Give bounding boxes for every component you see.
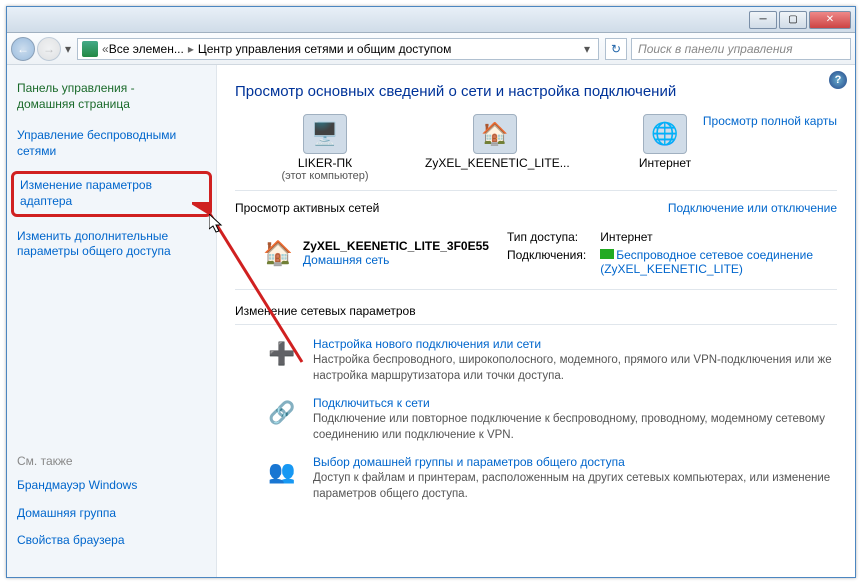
network-house-icon: 🏠 (263, 234, 293, 272)
breadcrumb[interactable]: « Все элемен... ▸ Центр управления сетям… (77, 38, 599, 60)
sidebar: Панель управления - домашняя страница Уп… (7, 65, 217, 577)
network-settings-list: ➕ Настройка нового подключения или сети … (235, 337, 837, 502)
change-network-settings-title: Изменение сетевых параметров (235, 304, 837, 318)
sidebar-link-adapter-settings[interactable]: Изменение параметров адаптера (11, 171, 212, 216)
globe-icon: 🌐 (643, 114, 687, 154)
house-icon: 🏠 (473, 114, 517, 154)
computer-icon: 🖥️ (303, 114, 347, 154)
network-type-link[interactable]: Домашняя сеть (303, 253, 489, 267)
active-networks-title: Просмотр активных сетей Подключение или … (235, 201, 837, 215)
window: ─ ▢ ✕ ← → ▾ « Все элемен... ▸ Центр упра… (6, 6, 856, 578)
connect-to-network[interactable]: 🔗 Подключиться к сети Подключение или по… (263, 396, 837, 443)
see-also-title: См. также (17, 454, 206, 468)
network-map-router[interactable]: 🏠 ZyXEL_KEENETIC_LITE... (425, 114, 565, 170)
seealso-homegroup[interactable]: Домашняя группа (17, 506, 206, 522)
connect-disconnect-link[interactable]: Подключение или отключение (668, 201, 837, 215)
access-type-value: Интернет (594, 229, 835, 245)
breadcrumb-dropdown[interactable]: ▾ (580, 42, 594, 56)
network-name: ZyXEL_KEENETIC_LITE_3F0E55 (303, 239, 489, 253)
help-icon[interactable]: ? (829, 71, 847, 89)
close-button[interactable]: ✕ (809, 11, 851, 29)
content: Панель управления - домашняя страница Уп… (7, 65, 855, 577)
nav-history-dropdown[interactable]: ▾ (65, 42, 71, 56)
maximize-button[interactable]: ▢ (779, 11, 807, 29)
access-type-label: Тип доступа: (501, 229, 592, 245)
active-network-item: 🏠 ZyXEL_KEENETIC_LITE_3F0E55 Домашняя се… (235, 221, 837, 290)
refresh-button[interactable]: ↻ (605, 38, 627, 60)
titlebar: ─ ▢ ✕ (7, 7, 855, 33)
breadcrumb-root[interactable]: Все элемен... (109, 42, 184, 56)
breadcrumb-separator: ▸ (188, 42, 194, 56)
choose-homegroup[interactable]: 👥 Выбор домашней группы и параметров общ… (263, 455, 837, 502)
breadcrumb-current[interactable]: Центр управления сетями и общим доступом (198, 42, 452, 56)
setup-icon: ➕ (263, 337, 301, 371)
search-input[interactable]: Поиск в панели управления (631, 38, 851, 60)
network-details: Тип доступа: Интернет Подключения: Беспр… (499, 227, 837, 279)
control-panel-home-link[interactable]: Панель управления - домашняя страница (17, 81, 206, 112)
connection-link[interactable]: Беспроводное сетевое соединение (ZyXEL_K… (594, 247, 835, 277)
navbar: ← → ▾ « Все элемен... ▸ Центр управления… (7, 33, 855, 65)
search-placeholder: Поиск в панели управления (638, 42, 793, 56)
divider (235, 190, 837, 191)
seealso-browser-props[interactable]: Свойства браузера (17, 533, 206, 549)
connections-label: Подключения: (501, 247, 592, 277)
breadcrumb-prefix: « (102, 42, 109, 56)
connect-icon: 🔗 (263, 396, 301, 430)
signal-icon (600, 249, 614, 259)
nav-back-button[interactable]: ← (11, 37, 35, 61)
nav-forward-button: → (37, 37, 61, 61)
network-map: 🖥️ LIKER-ПК (этот компьютер) 🏠 ZyXEL_KEE… (235, 114, 837, 182)
setup-new-connection[interactable]: ➕ Настройка нового подключения или сети … (263, 337, 837, 384)
minimize-button[interactable]: ─ (749, 11, 777, 29)
sidebar-link-wireless[interactable]: Управление беспроводными сетями (17, 128, 206, 159)
see-full-map-link[interactable]: Просмотр полной карты (703, 114, 837, 128)
main-pane: ? Просмотр основных сведений о сети и на… (217, 65, 855, 577)
sidebar-link-advanced-sharing[interactable]: Изменить дополнительные параметры общего… (17, 229, 206, 260)
page-title: Просмотр основных сведений о сети и наст… (235, 83, 837, 100)
seealso-firewall[interactable]: Брандмауэр Windows (17, 478, 206, 494)
network-map-pc[interactable]: 🖥️ LIKER-ПК (этот компьютер) (255, 114, 395, 182)
divider (235, 324, 837, 325)
homegroup-icon: 👥 (263, 455, 301, 489)
see-also-section: См. также Брандмауэр Windows Домашняя гр… (17, 454, 206, 561)
control-panel-icon (82, 41, 98, 57)
